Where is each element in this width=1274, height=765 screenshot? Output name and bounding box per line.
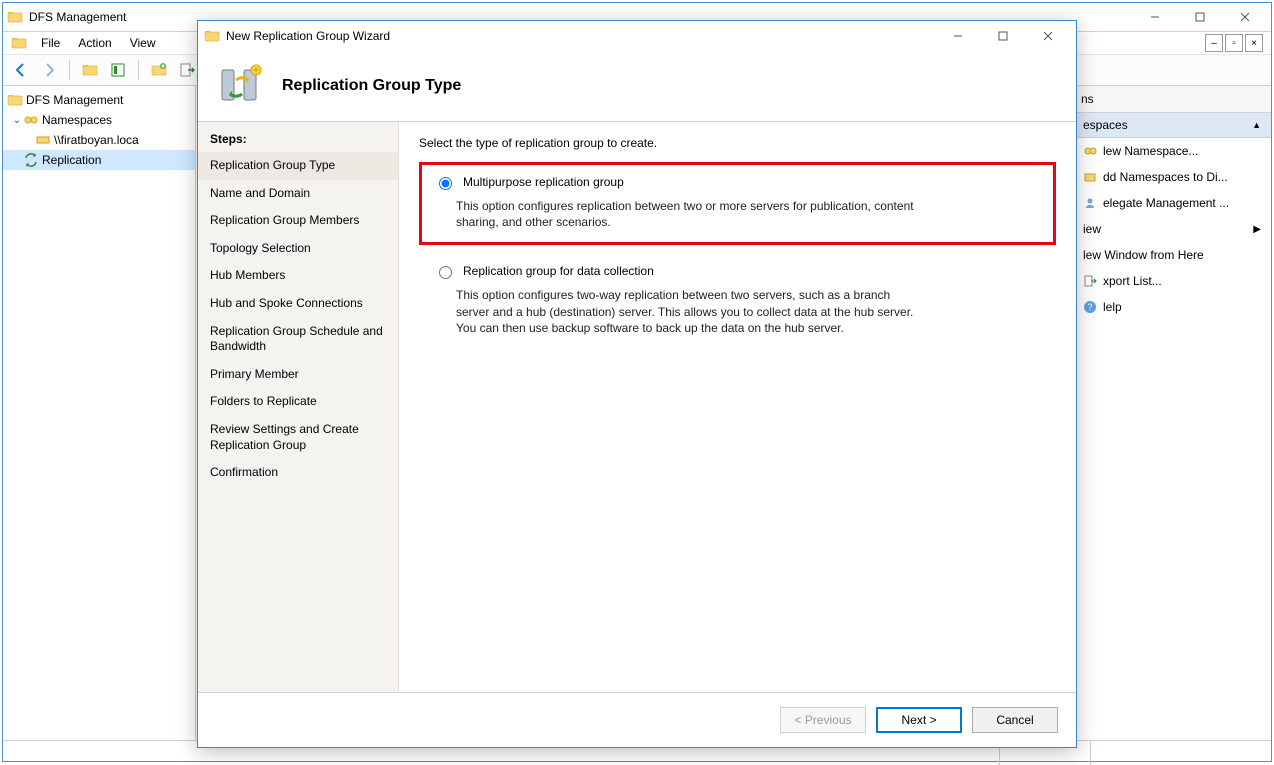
- tree-item-namespace-server[interactable]: \\firatboyan.loca: [3, 130, 195, 150]
- chevron-right-icon: ▶: [1253, 224, 1261, 235]
- menu-view[interactable]: View: [122, 34, 164, 52]
- step-schedule[interactable]: Replication Group Schedule and Bandwidth: [198, 318, 398, 361]
- action-view[interactable]: iew ▶: [1073, 216, 1271, 242]
- toolbar-export-button[interactable]: [175, 58, 199, 82]
- replication-icon: [23, 152, 39, 168]
- replication-servers-icon: [216, 62, 264, 110]
- option-description: This option configures two-way replicati…: [456, 287, 916, 336]
- action-label: dd Namespaces to Di...: [1103, 170, 1228, 184]
- action-label: lew Namespace...: [1103, 144, 1198, 158]
- wizard-header: Replication Group Type: [198, 51, 1076, 122]
- option-label: Multipurpose replication group: [463, 175, 624, 189]
- wizard-heading: Replication Group Type: [282, 77, 461, 95]
- option-data-collection: Replication group for data collection Th…: [419, 251, 1056, 351]
- option-description: This option configures replication betwe…: [456, 198, 916, 230]
- action-export-list[interactable]: xport List...: [1073, 268, 1271, 294]
- option-label: Replication group for data collection: [463, 264, 654, 278]
- back-button[interactable]: [9, 58, 33, 82]
- step-confirmation[interactable]: Confirmation: [198, 459, 398, 487]
- tree-root[interactable]: DFS Management: [3, 90, 195, 110]
- close-button[interactable]: [1222, 3, 1267, 31]
- tree-label: Replication: [42, 153, 101, 167]
- expand-toggle[interactable]: ⌄: [11, 115, 23, 126]
- next-button[interactable]: Next >: [876, 707, 962, 733]
- action-label: xport List...: [1103, 274, 1162, 288]
- wizard-icon: [204, 28, 220, 44]
- action-label: elegate Management ...: [1103, 196, 1229, 210]
- menubar-close-icon[interactable]: ×: [1245, 34, 1263, 52]
- wizard-maximize-button[interactable]: [980, 22, 1025, 50]
- action-delegate[interactable]: elegate Management ...: [1073, 190, 1271, 216]
- actions-group-header[interactable]: espaces ▲: [1073, 113, 1271, 138]
- step-replication-group-type[interactable]: Replication Group Type: [198, 152, 398, 180]
- app-icon: [7, 9, 23, 25]
- forward-button[interactable]: [37, 58, 61, 82]
- actions-group-label: espaces: [1083, 118, 1128, 132]
- new-replication-group-wizard: New Replication Group Wizard Replication…: [197, 20, 1077, 748]
- step-name-and-domain[interactable]: Name and Domain: [198, 180, 398, 208]
- wizard-close-button[interactable]: [1025, 22, 1070, 50]
- wizard-minimize-button[interactable]: [935, 22, 980, 50]
- actions-pane: ns espaces ▲ lew Namespace... dd Namespa…: [1072, 86, 1271, 740]
- action-label: lew Window from Here: [1083, 248, 1204, 262]
- toolbar-separator: [69, 60, 70, 80]
- menu-action[interactable]: Action: [70, 34, 119, 52]
- add-icon: [1083, 170, 1097, 184]
- namespaces-icon: [23, 112, 39, 128]
- action-new-window[interactable]: lew Window from Here: [1073, 242, 1271, 268]
- cancel-button[interactable]: Cancel: [972, 707, 1058, 733]
- step-primary-member[interactable]: Primary Member: [198, 361, 398, 389]
- radio-multipurpose[interactable]: Multipurpose replication group: [434, 175, 1041, 190]
- minimize-button[interactable]: [1132, 3, 1177, 31]
- action-help[interactable]: ? lelp: [1073, 294, 1271, 320]
- wizard-title: New Replication Group Wizard: [226, 29, 935, 43]
- wizard-steps-panel: Steps: Replication Group Type Name and D…: [198, 122, 399, 692]
- step-topology[interactable]: Topology Selection: [198, 235, 398, 263]
- actions-pane-title: ns: [1073, 86, 1271, 113]
- wizard-titlebar[interactable]: New Replication Group Wizard: [198, 21, 1076, 51]
- tree-item-namespaces[interactable]: ⌄ Namespaces: [3, 110, 195, 130]
- steps-label: Steps:: [198, 132, 398, 152]
- menubar-icon: [11, 35, 27, 51]
- action-label: iew: [1083, 222, 1101, 236]
- toolbar-folder-button[interactable]: [78, 58, 102, 82]
- export-icon: [1083, 274, 1097, 288]
- namespace-icon: [1083, 144, 1097, 158]
- svg-text:?: ?: [1087, 302, 1092, 312]
- wizard-instruction: Select the type of replication group to …: [419, 136, 1056, 150]
- tree-pane: DFS Management ⌄ Namespaces \\firatboyan…: [3, 86, 196, 740]
- radio-data-collection-input[interactable]: [439, 266, 452, 279]
- toolbar-properties-button[interactable]: [106, 58, 130, 82]
- previous-button: < Previous: [780, 707, 866, 733]
- server-icon: [35, 132, 51, 148]
- step-members[interactable]: Replication Group Members: [198, 207, 398, 235]
- option-multipurpose: Multipurpose replication group This opti…: [419, 162, 1056, 245]
- menubar-minimize-icon[interactable]: –: [1205, 34, 1223, 52]
- menubar-restore-icon[interactable]: ▫: [1225, 34, 1243, 52]
- folder-icon: [7, 92, 23, 108]
- help-icon: ?: [1083, 300, 1097, 314]
- tree-label: Namespaces: [42, 113, 112, 127]
- tree-label: DFS Management: [26, 93, 123, 107]
- radio-multipurpose-input[interactable]: [439, 177, 452, 190]
- action-new-namespace[interactable]: lew Namespace...: [1073, 138, 1271, 164]
- toolbar-separator: [138, 60, 139, 80]
- action-label: lelp: [1103, 300, 1122, 314]
- step-hub-spoke[interactable]: Hub and Spoke Connections: [198, 290, 398, 318]
- tree-label: \\firatboyan.loca: [54, 133, 139, 147]
- action-add-namespaces[interactable]: dd Namespaces to Di...: [1073, 164, 1271, 190]
- toolbar-new-button[interactable]: [147, 58, 171, 82]
- step-review[interactable]: Review Settings and Create Replication G…: [198, 416, 398, 459]
- maximize-button[interactable]: [1177, 3, 1222, 31]
- tree-item-replication[interactable]: Replication: [3, 150, 195, 170]
- delegate-icon: [1083, 196, 1097, 210]
- step-folders[interactable]: Folders to Replicate: [198, 388, 398, 416]
- collapse-icon: ▲: [1252, 120, 1261, 130]
- menu-file[interactable]: File: [33, 34, 68, 52]
- step-hub-members[interactable]: Hub Members: [198, 262, 398, 290]
- radio-data-collection[interactable]: Replication group for data collection: [434, 264, 1041, 279]
- wizard-content: Select the type of replication group to …: [399, 122, 1076, 692]
- wizard-footer: < Previous Next > Cancel: [198, 692, 1076, 747]
